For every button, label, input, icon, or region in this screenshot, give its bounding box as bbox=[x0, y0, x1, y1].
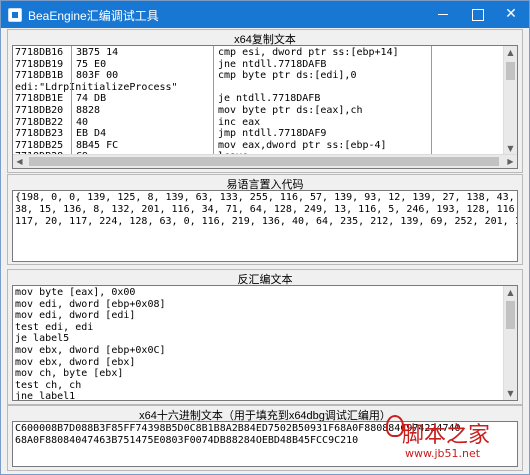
watermark-url: www.jb51.net bbox=[405, 447, 481, 460]
row-instruction: je ntdll.7718DAFB bbox=[218, 93, 321, 105]
vertical-scrollbar[interactable]: ▲ ▼ bbox=[503, 286, 517, 400]
close-button[interactable]: ✕ bbox=[494, 1, 528, 28]
disasm-line: mov ebx, dword [ebp+0x0C] bbox=[15, 344, 166, 356]
table-row[interactable]: 7718DB1E 74 DB je ntdll.7718DAFB bbox=[13, 93, 503, 105]
row-instruction: inc eax bbox=[218, 116, 261, 128]
disasm-line: test ch, ch bbox=[15, 379, 82, 391]
row-instruction: mov byte ptr ds:[eax],ch bbox=[218, 104, 363, 116]
row-comment: edi:"LdrpInitializeProcess" bbox=[15, 81, 178, 93]
easy-lang-textbox[interactable]: {198, 0, 0, 139, 125, 8, 139, 63, 133, 2… bbox=[12, 190, 518, 262]
row-bytes: 74 DB bbox=[76, 93, 107, 105]
watermark-logo-text: 脚本之家 bbox=[402, 423, 491, 448]
vertical-scrollbar[interactable]: ▲ ▼ bbox=[503, 46, 517, 155]
table-row[interactable]: 7718DB16 3B75 14 cmp esi, dword ptr ss:[eb… bbox=[13, 47, 503, 59]
disasm-line: jne label1 bbox=[15, 391, 76, 401]
row-bytes: 3B75 14 bbox=[76, 47, 119, 58]
table-row[interactable]: 7718DB20 8828 mov byte ptr ds:[eax],ch bbox=[13, 105, 503, 117]
scroll-thumb[interactable] bbox=[506, 301, 515, 329]
scroll-right-icon[interactable]: ▶ bbox=[504, 155, 517, 168]
table-row[interactable]: 7718DB25 8B45 FC mov eax,dword ptr ss:[ebp… bbox=[13, 140, 503, 152]
x64-copy-group: x64复制文本 7718DB16 3B75 14 cmp esi, dword pt… bbox=[7, 29, 523, 173]
table-row[interactable]: 7718DB23 EB D4 jmp ntdll.7718DAF9 bbox=[13, 128, 503, 140]
disasm-group: 反汇编文本 mov byte [eax], 0x00 mov edi, dword… bbox=[7, 269, 523, 405]
row-address: 7718DB20 bbox=[15, 104, 64, 116]
scroll-down-icon[interactable]: ▼ bbox=[504, 387, 517, 400]
disasm-line: mov byte [eax], 0x00 bbox=[15, 287, 136, 298]
row-bytes: 8B45 FC bbox=[76, 139, 119, 151]
row-address: 7718DB1B bbox=[15, 70, 64, 82]
easy-lang-line: 117, 20, 117, 224, 128, 63, 0, 116, 219,… bbox=[15, 216, 517, 227]
column-divider bbox=[71, 46, 72, 155]
row-instruction: jne ntdll.7718DAFB bbox=[218, 58, 327, 70]
row-address: 7718DB1E bbox=[15, 93, 64, 105]
table-row[interactable]: 7718DB22 40 inc eax bbox=[13, 117, 503, 129]
disasm-line: mov ebx, dword [ebx] bbox=[15, 356, 136, 368]
horizontal-scrollbar[interactable]: ◀ ▶ bbox=[13, 154, 517, 168]
disasm-lines: mov byte [eax], 0x00 mov edi, dword [ebp+… bbox=[15, 287, 166, 401]
row-bytes: EB D4 bbox=[76, 128, 107, 140]
row-instruction: cmp byte ptr ds:[edi],0 bbox=[218, 70, 357, 82]
easy-lang-line: {198, 0, 0, 139, 125, 8, 139, 63, 133, 2… bbox=[15, 192, 515, 203]
column-divider bbox=[431, 46, 432, 155]
disasm-line: mov edi, dword [edi] bbox=[15, 310, 136, 322]
hex64-line: 68A0F88084047463B751475E0803F0074DB88284… bbox=[15, 435, 359, 446]
title-bar[interactable]: BeaEngine汇编调试工具 ✕ bbox=[1, 1, 529, 28]
row-instruction: cmp esi, dword ptr ss:[ebp+14] bbox=[218, 47, 399, 58]
row-bytes: 8828 bbox=[76, 104, 101, 116]
row-bytes: 75 E0 bbox=[76, 58, 107, 70]
row-address: 7718DB19 bbox=[15, 58, 64, 70]
table-row[interactable]: edi:"LdrpInitializeProcess" bbox=[13, 82, 503, 94]
table-row[interactable]: 7718DB19 75 E0 jne ntdll.7718DAFB bbox=[13, 59, 503, 71]
x64-copy-textbox[interactable]: 7718DB16 3B75 14 cmp esi, dword ptr ss:[eb… bbox=[12, 45, 518, 169]
row-address: 7718DB25 bbox=[15, 139, 64, 151]
x64-copy-table: 7718DB16 3B75 14 cmp esi, dword ptr ss:[eb… bbox=[13, 47, 503, 168]
disasm-line: mov edi, dword [ebp+0x08] bbox=[15, 298, 166, 310]
row-instruction: mov eax,dword ptr ss:[ebp-4] bbox=[218, 139, 387, 151]
disasm-textbox[interactable]: mov byte [eax], 0x00 mov edi, dword [ebp+… bbox=[12, 285, 518, 401]
app-window: BeaEngine汇编调试工具 ✕ x64复制文本 7718DB16 3B75 1… bbox=[0, 0, 530, 475]
column-divider bbox=[213, 46, 214, 155]
row-bytes: 40 bbox=[76, 116, 89, 128]
row-instruction: jmp ntdll.7718DAF9 bbox=[218, 128, 327, 140]
window-title: BeaEngine汇编调试工具 bbox=[28, 9, 159, 23]
maximize-button[interactable] bbox=[460, 1, 494, 28]
disasm-line: je label5 bbox=[15, 333, 70, 345]
row-address: 7718DB16 bbox=[15, 47, 64, 58]
scroll-up-icon[interactable]: ▲ bbox=[504, 286, 517, 299]
disasm-line: test edi, edi bbox=[15, 321, 94, 333]
scroll-thumb[interactable] bbox=[29, 157, 499, 166]
row-address: 7718DB23 bbox=[15, 128, 64, 140]
easy-lang-group: 易语言置入代码 {198, 0, 0, 139, 125, 8, 139, 63… bbox=[7, 174, 523, 265]
disasm-line: mov ch, byte [ebx] bbox=[15, 368, 124, 380]
row-bytes: 803F 00 bbox=[76, 70, 119, 82]
minimize-button[interactable] bbox=[426, 1, 460, 28]
row-address: 7718DB22 bbox=[15, 116, 64, 128]
scroll-thumb[interactable] bbox=[506, 62, 515, 80]
easy-lang-line: 38, 15, 136, 8, 132, 201, 116, 34, 71, 6… bbox=[15, 204, 517, 215]
table-row[interactable]: 7718DB1B 803F 00 cmp byte ptr ds:[edi],0 bbox=[13, 70, 503, 82]
app-icon bbox=[8, 8, 22, 22]
scroll-up-icon[interactable]: ▲ bbox=[504, 46, 517, 59]
scroll-left-icon[interactable]: ◀ bbox=[13, 155, 26, 168]
